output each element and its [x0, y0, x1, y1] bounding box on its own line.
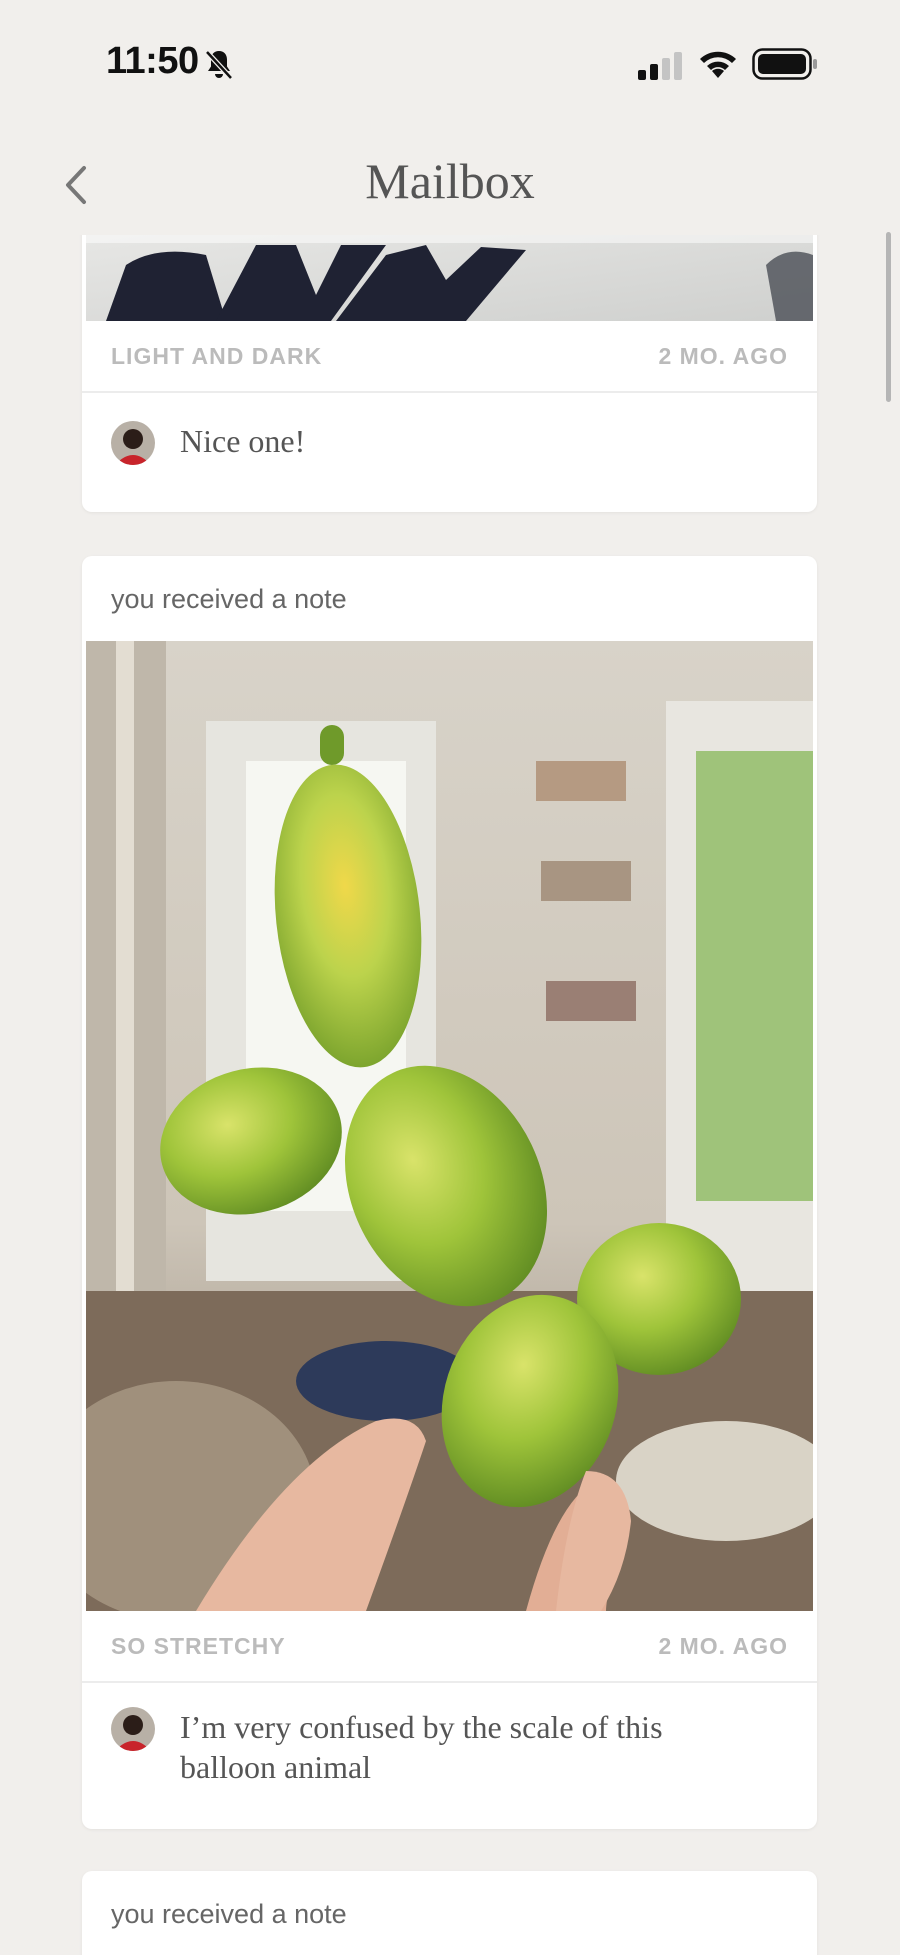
nav-header: Mailbox [0, 130, 900, 235]
page-title: Mailbox [365, 153, 535, 209]
cellular-signal-icon [638, 52, 682, 80]
note-card: you received a note [82, 556, 817, 1829]
note-label: you received a note [111, 584, 347, 614]
balloon-animal-photo [86, 641, 813, 1611]
mailbox-feed[interactable]: LIGHT AND DARK 2 MO. AGO Nice one! you r… [0, 235, 900, 1955]
comment-text: I’m very confused by the scale of this b… [180, 1709, 663, 1785]
note-age: 2 MO. AGO [658, 343, 788, 369]
note-card: you received a note [82, 1871, 817, 1955]
note-card: LIGHT AND DARK 2 MO. AGO Nice one! [82, 235, 817, 512]
bell-slash-icon [205, 50, 233, 80]
comment-text: Nice one! [180, 423, 306, 459]
note-photo[interactable] [86, 641, 813, 1611]
scrollbar[interactable] [886, 232, 891, 402]
note-label: you received a note [111, 1899, 347, 1929]
avatar[interactable] [111, 421, 155, 465]
note-caption: LIGHT AND DARK [111, 343, 323, 369]
status-bar: 11:50 [0, 0, 900, 130]
note-meta: LIGHT AND DARK 2 MO. AGO [82, 321, 817, 393]
note-comment[interactable]: Nice one! [82, 393, 817, 512]
note-caption: SO STRETCHY [111, 1633, 286, 1659]
note-age: 2 MO. AGO [658, 1633, 788, 1659]
note-comment[interactable]: I’m very confused by the scale of this b… [82, 1683, 817, 1829]
wifi-icon [700, 51, 736, 78]
note-meta: SO STRETCHY 2 MO. AGO [82, 1611, 817, 1683]
status-time: 11:50 [106, 40, 199, 82]
note-photo[interactable] [86, 235, 813, 321]
battery-icon [752, 48, 817, 80]
avatar[interactable] [111, 1707, 155, 1751]
shirt-photo [86, 235, 813, 321]
